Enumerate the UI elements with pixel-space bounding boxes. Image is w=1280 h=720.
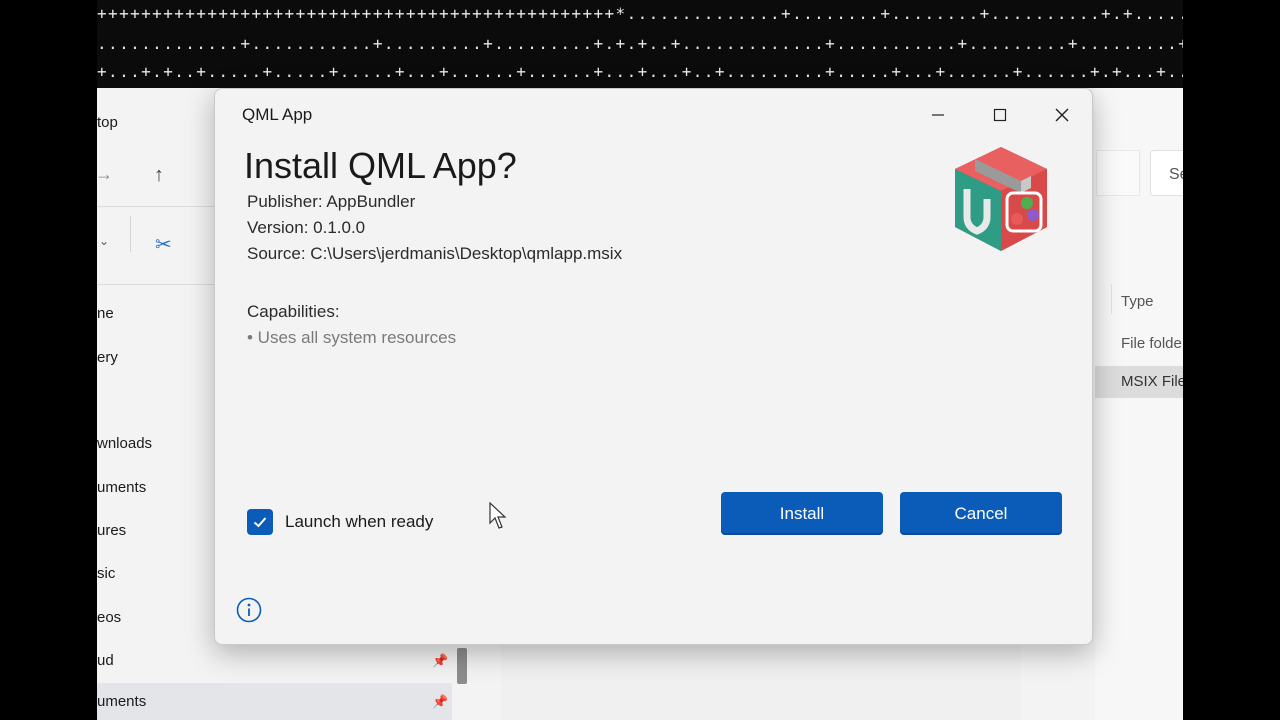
install-button[interactable]: Install	[721, 492, 883, 535]
status-area	[501, 633, 1021, 720]
cut-icon[interactable]: ✂	[155, 232, 172, 257]
table-row[interactable]: File folde	[1121, 335, 1182, 352]
nav-item-label: ures	[97, 522, 127, 539]
launch-checkbox-label: Launch when ready	[285, 512, 434, 531]
nav-item-documents-cloud[interactable]: uments 📌	[97, 683, 452, 720]
info-icon[interactable]	[236, 597, 262, 623]
install-heading: Install QML App?	[244, 145, 517, 186]
up-arrow-icon[interactable]: ↑	[154, 164, 164, 187]
maximize-icon	[993, 108, 1007, 122]
pin-icon[interactable]: 📌	[432, 642, 448, 680]
explorer-title: top	[97, 114, 118, 131]
close-icon	[1055, 108, 1069, 122]
nav-item-label: wnloads	[97, 435, 153, 452]
nav-item-label: ne	[97, 305, 114, 322]
search-placeholder: Se	[1169, 166, 1183, 183]
toolbar-divider	[97, 206, 217, 207]
table-row[interactable]: MSIX File	[1121, 373, 1183, 390]
window-title: QML App	[242, 105, 313, 124]
checkmark-icon	[253, 517, 267, 528]
source-text: Source: C:\Users\jerdmanis\Desktop\qmlap…	[247, 244, 623, 263]
column-separator[interactable]	[1111, 284, 1112, 314]
minimize-button[interactable]	[915, 97, 961, 133]
nav-item-label: uments	[97, 693, 147, 710]
terminal-window: ++++++++++++++++++++++++++++++++++++++++…	[97, 0, 1183, 88]
publisher-text: Publisher: AppBundler	[247, 192, 416, 211]
mouse-cursor-icon	[489, 502, 507, 529]
installer-dialog: QML App Install QML App? Publisher: AppB…	[214, 88, 1093, 645]
capabilities-label: Capabilities:	[247, 302, 340, 321]
app-package-icon	[955, 147, 1047, 251]
checkbox-checked[interactable]	[247, 509, 273, 535]
toolbar-separator	[130, 216, 131, 252]
nav-item-label: eos	[97, 609, 122, 626]
nav-item-label: sic	[97, 565, 116, 582]
toolbar-divider	[97, 284, 217, 285]
terminal-line: +...+.+..+.....+.....+.....+...+......+.…	[97, 62, 1183, 81]
nav-item-cloud[interactable]: ud 📌	[97, 642, 452, 680]
column-header-type[interactable]: Type	[1121, 293, 1154, 310]
minimize-icon	[932, 114, 944, 116]
nav-scrollbar[interactable]	[457, 648, 467, 684]
capability-item: • Uses all system resources	[247, 328, 457, 347]
close-button[interactable]	[1039, 97, 1085, 133]
address-bar[interactable]	[1096, 150, 1140, 196]
launch-when-ready-checkbox[interactable]: Launch when ready	[247, 509, 433, 535]
nav-item-label: ery	[97, 349, 118, 366]
terminal-line: .............+...........+.........+....…	[97, 34, 1183, 53]
nav-item-label: ud	[97, 652, 114, 669]
nav-item-label: uments	[97, 479, 147, 496]
version-text: Version: 0.1.0.0	[247, 218, 366, 237]
cancel-button[interactable]: Cancel	[900, 492, 1062, 535]
terminal-line: ++++++++++++++++++++++++++++++++++++++++…	[97, 4, 1183, 23]
maximize-button[interactable]	[977, 97, 1023, 133]
forward-arrow-icon[interactable]: →	[97, 164, 113, 185]
pin-icon[interactable]: 📌	[432, 683, 448, 720]
chevron-down-icon[interactable]: ⌄	[99, 234, 109, 248]
